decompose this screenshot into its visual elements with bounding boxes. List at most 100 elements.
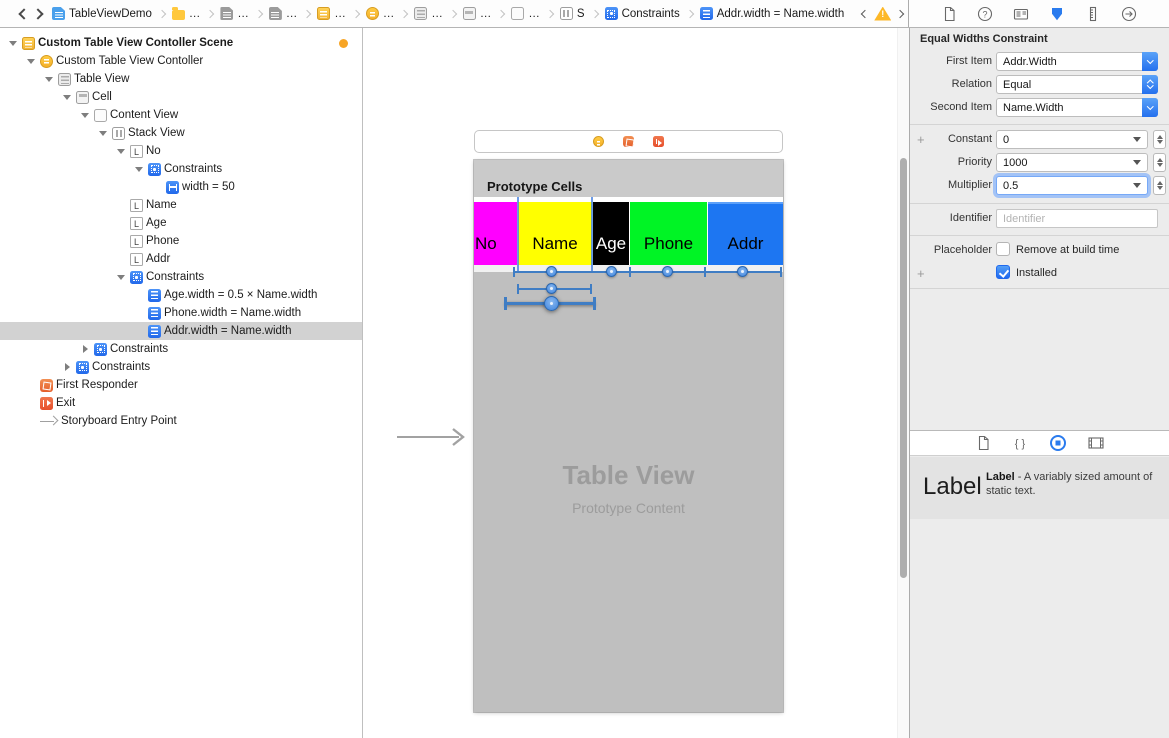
breadcrumb-item[interactable]: … <box>511 7 540 20</box>
disclosure-triangle[interactable] <box>62 362 73 373</box>
outline-row-view-controller[interactable]: Custom Table View Contoller <box>0 52 362 70</box>
disclosure-triangle[interactable] <box>98 128 109 139</box>
outline-row-label-age[interactable]: Age <box>0 214 362 232</box>
remove-at-build-time-checkbox[interactable] <box>996 242 1010 256</box>
identifier-label: Identifier <box>910 212 992 224</box>
constraint-handle[interactable] <box>546 266 557 277</box>
outline-row-label-phone[interactable]: Phone <box>0 232 362 250</box>
next-issue-icon[interactable] <box>896 9 904 17</box>
disclosure-triangle[interactable] <box>134 164 145 175</box>
exit-icon[interactable] <box>653 136 664 147</box>
breadcrumb-item[interactable]: … <box>414 7 443 20</box>
disclosure-triangle[interactable] <box>26 56 37 67</box>
media-library-icon[interactable] <box>1087 435 1105 451</box>
outline-row-exit[interactable]: Exit <box>0 394 362 412</box>
outline-row-constraints[interactable]: Constraints <box>0 268 362 286</box>
cell-label-name[interactable]: Name <box>518 202 592 265</box>
constant-combo[interactable]: 0 <box>996 130 1148 149</box>
outline-row-scene[interactable]: Custom Table View Contoller Scene <box>0 34 362 52</box>
disclosure-triangle[interactable] <box>80 110 91 121</box>
relation-popup[interactable]: Equal <box>996 75 1158 94</box>
breadcrumb-item[interactable]: … <box>317 7 346 20</box>
breadcrumb-item[interactable]: … <box>269 7 298 20</box>
multiplier-value: 0.5 <box>997 180 1133 192</box>
cell-label-phone[interactable]: Phone <box>630 202 707 265</box>
outline-row-addr-width-constraint[interactable]: Addr.width = Name.width <box>0 322 362 340</box>
identifier-input[interactable] <box>996 209 1158 228</box>
attributes-inspector-icon[interactable] <box>1049 6 1065 22</box>
first-item-popup[interactable]: Addr.Width <box>996 52 1158 71</box>
installed-checkbox[interactable] <box>996 265 1010 279</box>
first-responder-icon[interactable] <box>623 136 634 147</box>
view-controller-icon[interactable] <box>593 136 604 147</box>
cell-label-age[interactable]: Age <box>593 202 629 265</box>
selected-constraint-handle[interactable] <box>544 296 559 311</box>
cell-label-addr[interactable]: Addr <box>708 202 783 265</box>
outline-row-label-name[interactable]: Name <box>0 196 362 214</box>
multiplier-combo[interactable]: 0.5 <box>996 176 1148 195</box>
disclosure-triangle[interactable] <box>8 38 19 49</box>
outline-row-constraints-collapsed[interactable]: Constraints <box>0 340 362 358</box>
breadcrumb-item[interactable]: … <box>172 8 201 20</box>
outline-row-constraints[interactable]: Constraints <box>0 160 362 178</box>
file-inspector-icon[interactable] <box>941 6 957 22</box>
back-chevron-icon[interactable] <box>18 8 29 19</box>
object-library-icon[interactable] <box>1049 434 1067 452</box>
outline-row-cell[interactable]: Cell <box>0 88 362 106</box>
connections-inspector-icon[interactable] <box>1121 6 1137 22</box>
breadcrumb-item[interactable]: Constraints <box>605 7 680 20</box>
outline-row-content-view[interactable]: Content View <box>0 106 362 124</box>
outline-row-width-constraint[interactable]: width = 50 <box>0 178 362 196</box>
outline-row-stack-view[interactable]: Stack View <box>0 124 362 142</box>
library-item-label[interactable]: Label Label - A variably sized amount of… <box>910 457 1169 519</box>
previous-issue-icon[interactable] <box>861 9 869 17</box>
priority-combo[interactable]: 1000 <box>996 153 1148 172</box>
warning-icon[interactable] <box>874 7 891 21</box>
multiplier-stepper[interactable] <box>1153 176 1166 195</box>
outline-row-phone-width-constraint[interactable]: Phone.width = Name.width <box>0 304 362 322</box>
size-inspector-icon[interactable] <box>1085 6 1101 22</box>
breadcrumb-item[interactable]: TableViewDemo <box>52 7 152 20</box>
constraint-handle[interactable] <box>606 266 617 277</box>
cell-label-no[interactable]: No <box>474 202 517 265</box>
outline-row-label-no[interactable]: No <box>0 142 362 160</box>
outline-label: Custom Table View Contoller <box>56 55 203 67</box>
divider <box>910 288 1169 289</box>
outline-row-label-addr[interactable]: Addr <box>0 250 362 268</box>
breadcrumb-item[interactable]: S <box>560 7 585 20</box>
breadcrumb-item[interactable]: … <box>463 7 492 20</box>
outline-row-entry-point[interactable]: Storyboard Entry Point <box>0 412 362 430</box>
constraint-handle[interactable] <box>737 266 748 277</box>
disclosure-triangle[interactable] <box>116 272 127 283</box>
code-snippet-library-icon[interactable]: { } <box>1011 435 1029 451</box>
storyboard-canvas[interactable]: Prototype Cells No Name Age Phone Addr <box>363 28 909 738</box>
equal-width-constraint-icon <box>148 307 161 320</box>
disclosure-triangle[interactable] <box>116 146 127 157</box>
disclosure-triangle[interactable] <box>44 74 55 85</box>
outline-row-first-responder[interactable]: First Responder <box>0 376 362 394</box>
add-variation-button[interactable]: + <box>917 266 925 281</box>
constraint-handle[interactable] <box>546 283 557 294</box>
canvas-scrollbar-track[interactable] <box>897 28 909 738</box>
priority-value: 1000 <box>997 157 1133 169</box>
outline-row-table-view[interactable]: Table View <box>0 70 362 88</box>
identity-inspector-icon[interactable] <box>1013 6 1029 22</box>
breadcrumb-item[interactable]: Addr.width = Name.width <box>700 7 845 20</box>
disclosure-triangle[interactable] <box>80 344 91 355</box>
identifier-row: Identifier <box>910 209 1169 228</box>
view-controller-view[interactable]: Prototype Cells No Name Age Phone Addr <box>474 160 783 712</box>
constraint-handle[interactable] <box>662 266 673 277</box>
outline-row-constraints-collapsed[interactable]: Constraints <box>0 358 362 376</box>
breadcrumb-item[interactable]: … <box>220 7 249 20</box>
file-template-library-icon[interactable] <box>975 435 991 451</box>
forward-chevron-icon[interactable] <box>32 8 43 19</box>
constant-stepper[interactable] <box>1153 130 1166 149</box>
priority-stepper[interactable] <box>1153 153 1166 172</box>
quick-help-inspector-icon[interactable]: ? <box>977 6 993 22</box>
disclosure-triangle[interactable] <box>62 92 73 103</box>
canvas-scrollbar-thumb[interactable] <box>900 158 907 578</box>
prototype-cells-label: Prototype Cells <box>487 179 582 194</box>
outline-row-age-width-constraint[interactable]: Age.width = 0.5 × Name.width <box>0 286 362 304</box>
breadcrumb-item[interactable]: … <box>366 7 395 20</box>
second-item-popup[interactable]: Name.Width <box>996 98 1158 117</box>
